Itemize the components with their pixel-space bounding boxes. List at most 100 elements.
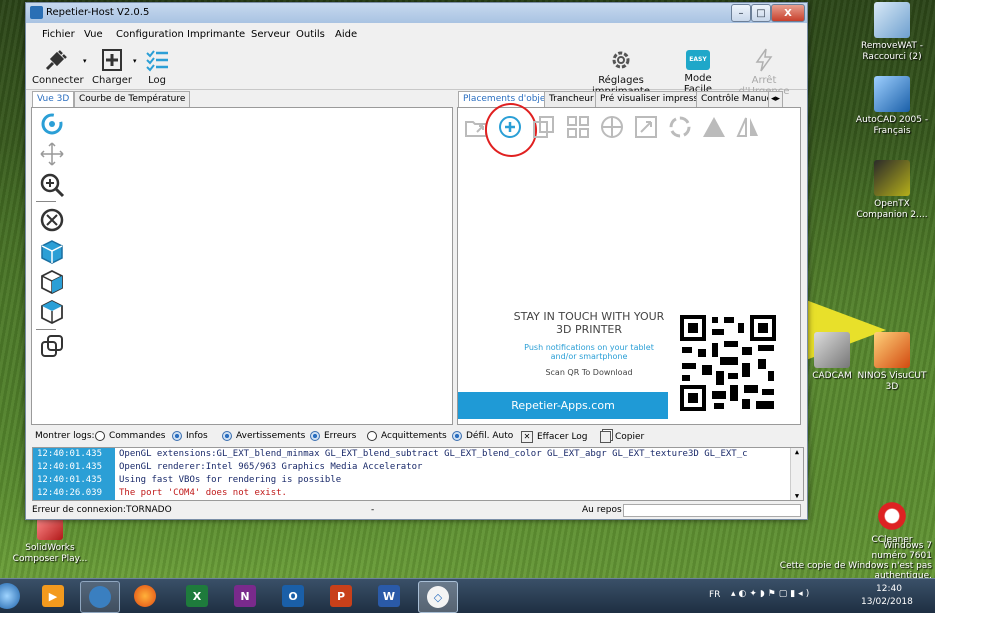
filter-acks[interactable]: Acquittements (367, 431, 447, 441)
menu-aide[interactable]: Aide (335, 29, 357, 40)
connect-button[interactable]: Connecter (32, 47, 84, 86)
right-margin (935, 0, 1000, 624)
tab-slicer[interactable]: Trancheur (544, 91, 599, 107)
radio-icon (95, 431, 105, 441)
title-bar[interactable]: Repetier-Host V2.0.5 – □ X (26, 3, 807, 23)
opentx-app-icon (874, 160, 910, 196)
log-timestamp: 12:40:26.039 (33, 487, 115, 500)
mirror-object-icon[interactable] (735, 114, 761, 140)
onenote-icon: N (234, 585, 256, 607)
status-separator: - (371, 505, 375, 515)
taskbar-media-player[interactable]: ▶ (34, 581, 72, 611)
minimize-button[interactable]: – (731, 4, 751, 22)
menu-vue[interactable]: Vue (84, 29, 103, 40)
log-scrollbar[interactable]: ▲ ▼ (790, 448, 803, 500)
powerpoint-icon: P (330, 585, 352, 607)
firefox-icon (134, 585, 156, 607)
taskbar-app-globe[interactable] (80, 581, 120, 613)
log-label: Log (148, 75, 166, 86)
cut-object-icon[interactable] (701, 114, 727, 140)
radio-icon (172, 431, 182, 441)
rotate-object-icon[interactable] (667, 114, 693, 140)
zoom-view-icon[interactable] (38, 171, 66, 199)
taskbar-outlook[interactable]: O (274, 581, 312, 611)
autoposition-icon[interactable] (565, 114, 591, 140)
iso-view-icon[interactable] (38, 238, 66, 266)
close-button[interactable]: X (771, 4, 805, 22)
scroll-down-arrow[interactable]: ▼ (791, 492, 803, 500)
menu-outils[interactable]: Outils (296, 29, 325, 40)
easy-mode-button[interactable]: EASY Mode Facile (671, 47, 725, 95)
front-view-icon[interactable] (38, 268, 66, 296)
copy-objects-icon[interactable] (531, 114, 557, 140)
desktop-icon-opentx[interactable]: OpenTX Companion 2.... (852, 160, 932, 221)
log-area[interactable]: 12:40:01.435 OpenGL extensions:GL_EXT_ble… (32, 447, 804, 501)
desktop-icon-ninos[interactable]: NINOS VisuCUT 3D (852, 332, 932, 393)
fit-view-icon[interactable] (38, 206, 66, 234)
filter-errors[interactable]: Erreurs (310, 431, 356, 441)
scroll-up-arrow[interactable]: ▲ (791, 448, 803, 456)
parallel-projection-icon[interactable] (38, 332, 66, 360)
scale-object-icon[interactable] (633, 114, 659, 140)
tab-3d-view[interactable]: Vue 3D (32, 91, 75, 108)
filter-commands[interactable]: Commandes (95, 431, 165, 441)
load-dropdown-arrow[interactable]: ▾ (133, 57, 137, 65)
icon-label: SolidWorks (25, 543, 75, 553)
menu-imprimante[interactable]: Imprimante (187, 29, 245, 40)
move-view-icon[interactable] (38, 140, 66, 168)
copy-log-label: Copier (615, 432, 645, 442)
desktop-icon-autocad[interactable]: AutoCAD 2005 - Français (852, 76, 932, 137)
taskbar-powerpoint[interactable]: P (322, 581, 360, 611)
desktop-icon-ccleaner[interactable]: CCleaner (852, 500, 932, 546)
taskbar-firefox[interactable] (126, 581, 164, 611)
tray-icons[interactable]: ▴◐✦◗⚑▢▮◂) (731, 589, 812, 599)
taskbar-word[interactable]: W (370, 581, 408, 611)
maximize-button[interactable]: □ (751, 4, 771, 22)
printer-settings-button[interactable]: Réglages imprimante (573, 47, 669, 97)
filter-warnings[interactable]: Avertissements (222, 431, 305, 441)
menu-configuration[interactable]: Configuration (116, 29, 184, 40)
outlook-icon: O (282, 585, 304, 607)
load-button[interactable]: Charger (92, 47, 132, 86)
repetier-apps-button[interactable]: Repetier-Apps.com (458, 392, 668, 419)
filter-label: Infos (186, 431, 208, 441)
ccleaner-app-icon (876, 500, 908, 532)
repetier-host-window: Repetier-Host V2.0.5 – □ X Fichier Vue C… (25, 2, 808, 520)
autocad-app-icon (874, 76, 910, 112)
desktop-icon-solidworks[interactable]: SolidWorks Composer Play... (10, 518, 90, 565)
log-row: 12:40:01.435 OpenGL extensions:GL_EXT_ble… (33, 448, 748, 461)
log-button[interactable]: Log (140, 47, 174, 86)
taskbar-repetier[interactable]: ◇ (418, 581, 458, 613)
connect-dropdown-arrow[interactable]: ▾ (83, 57, 87, 65)
printer-state: Au repos (582, 505, 622, 515)
taskbar-excel[interactable]: X (178, 581, 216, 611)
add-file-icon (102, 49, 122, 71)
start-button[interactable] (0, 583, 20, 609)
taskbar-onenote[interactable]: N (226, 581, 264, 611)
language-indicator[interactable]: FR (709, 590, 720, 600)
clear-log-button[interactable]: ✕ Effacer Log (521, 431, 588, 443)
rotate-view-icon[interactable] (38, 110, 66, 138)
qr-code-image (678, 313, 778, 413)
icon-label: 3D (885, 382, 899, 392)
clock-date[interactable]: 13/02/2018 (861, 597, 913, 607)
center-object-icon[interactable] (599, 114, 625, 140)
desktop-icon-removewat[interactable]: RemoveWAT - Raccourci (2) (852, 2, 932, 63)
windows-watermark: Windows 7 numéro 7601 Cette copie de Win… (730, 541, 932, 581)
tabs-scroll-arrows[interactable]: ◂▸ (768, 91, 784, 107)
clock-time[interactable]: 12:40 (876, 584, 902, 594)
log-message: OpenGL extensions:GL_EXT_blend_minmax GL… (119, 449, 748, 459)
emergency-stop-button[interactable]: Arrêt d'Urgence (728, 47, 800, 97)
app-icon (30, 6, 43, 19)
promo-heading: STAY IN TOUCH WITH YOUR (513, 310, 665, 323)
filter-autoscroll[interactable]: Défil. Auto (452, 431, 513, 441)
copy-log-button[interactable]: Copier (600, 431, 644, 443)
tab-temperature-curve[interactable]: Courbe de Température (74, 91, 191, 107)
menu-serveur[interactable]: Serveur (251, 29, 290, 40)
easy-mode-icon: EASY (686, 50, 710, 70)
3d-view-panel[interactable] (31, 107, 453, 425)
menu-fichier[interactable]: Fichier (42, 29, 75, 40)
top-view-icon[interactable] (38, 298, 66, 326)
filter-infos[interactable]: Infos (172, 431, 208, 441)
excel-icon: X (186, 585, 208, 607)
